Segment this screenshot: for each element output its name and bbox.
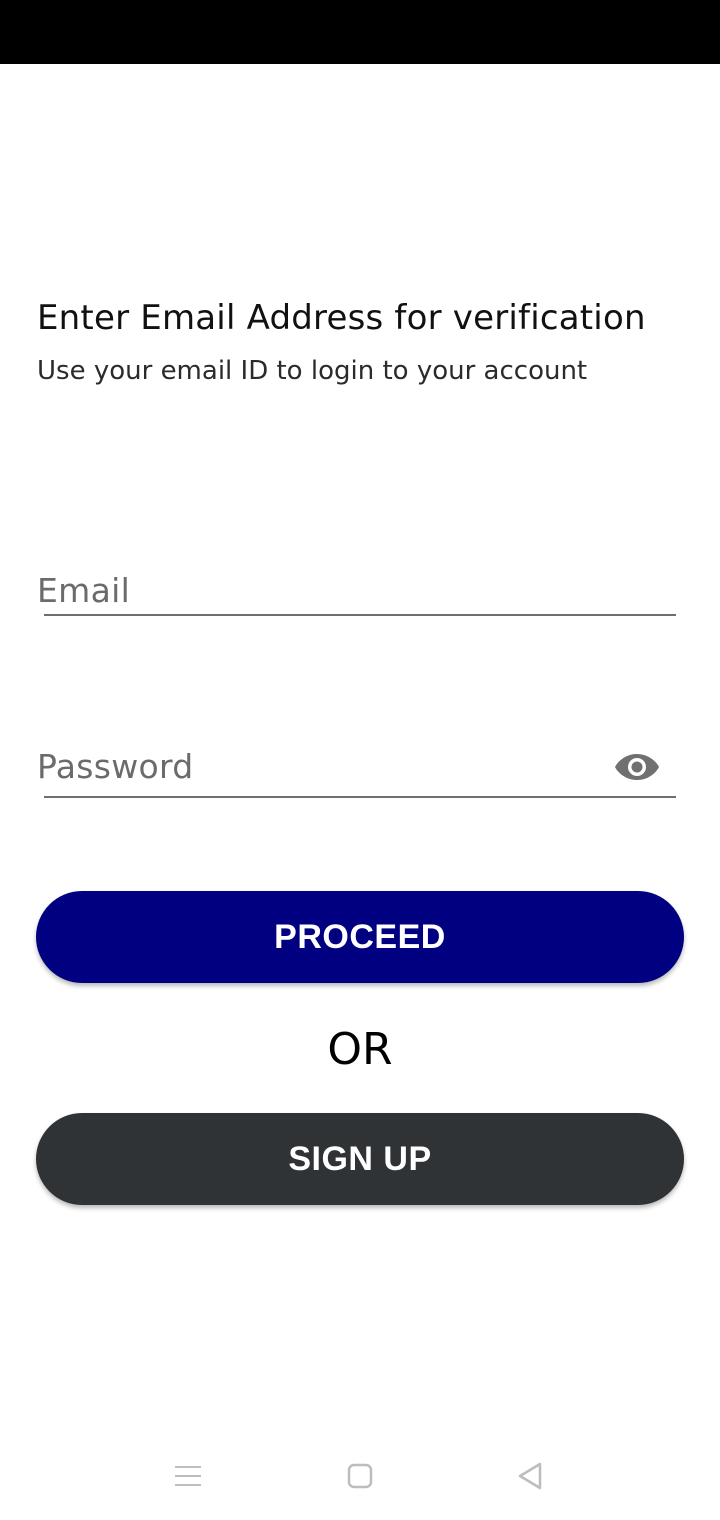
home-square-icon[interactable]	[332, 1456, 388, 1496]
or-divider-text: OR	[327, 1024, 393, 1075]
email-placeholder: Email	[37, 571, 131, 610]
password-underline	[44, 796, 676, 798]
status-bar	[0, 0, 720, 64]
proceed-button[interactable]: PROCEED	[36, 891, 684, 983]
login-screen: Enter Email Address for verification Use…	[0, 0, 720, 1520]
email-underline	[44, 614, 676, 616]
system-nav-bar	[0, 1440, 720, 1520]
menu-icon[interactable]	[160, 1456, 216, 1496]
page-subtitle: Use your email ID to login to your accou…	[37, 356, 588, 386]
password-field[interactable]: Password	[37, 745, 676, 801]
sign-up-button[interactable]: SIGN UP	[36, 1113, 684, 1205]
password-placeholder: Password	[37, 747, 194, 786]
email-field[interactable]: Email	[37, 570, 676, 620]
page-title: Enter Email Address for verification	[37, 298, 646, 338]
eye-icon[interactable]	[614, 749, 660, 785]
back-triangle-icon[interactable]	[502, 1456, 558, 1496]
